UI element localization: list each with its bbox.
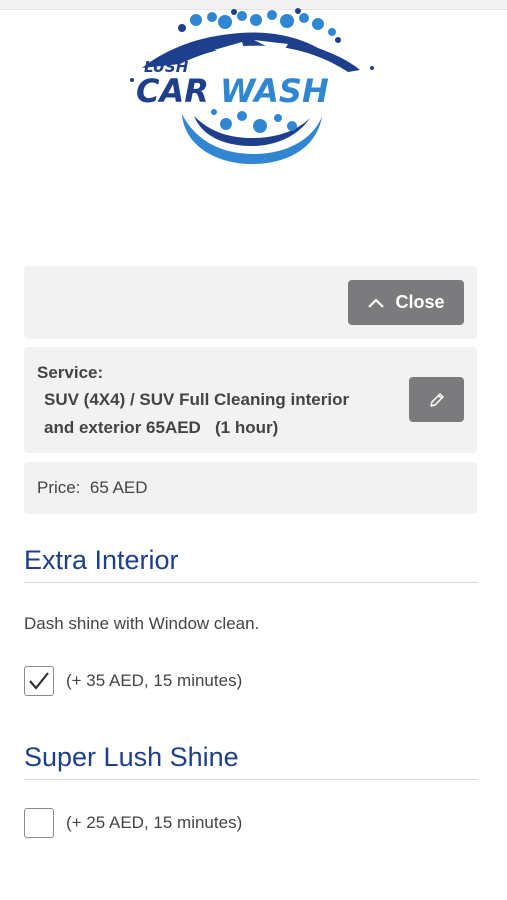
extra-interior-option-label[interactable]: (+ 35 AED, 15 minutes) [66,671,242,691]
super-lush-shine-option-label[interactable]: (+ 25 AED, 15 minutes) [66,813,242,833]
service-name-line2: and exterior 65AED (1 hour) [44,418,279,437]
close-button[interactable]: Close [348,280,464,325]
logo-text-car: CAR [136,72,209,110]
section-title-super-lush-shine: Super Lush Shine [24,742,239,772]
close-button-label: Close [395,292,445,312]
chevron-up-icon [368,297,385,308]
extra-interior-description: Dash shine with Window clean. [24,614,260,633]
section-divider [24,582,478,583]
logo-text-wash: WASH [220,72,329,110]
edit-service-button[interactable] [409,377,464,422]
extra-interior-checkbox[interactable] [24,666,54,696]
section-title-extra-interior: Extra Interior [24,545,179,575]
checkmark-icon [29,672,49,690]
pencil-icon [429,392,444,407]
service-name-line1: SUV (4X4) / SUV Full Cleaning interior [44,390,350,409]
service-label: Service: [37,363,104,382]
section-divider [24,779,478,780]
price-text: Price: 65 AED [37,478,148,497]
lush-carwash-logo: LUSH CAR WASH [130,8,374,164]
super-lush-shine-checkbox[interactable] [24,808,54,838]
